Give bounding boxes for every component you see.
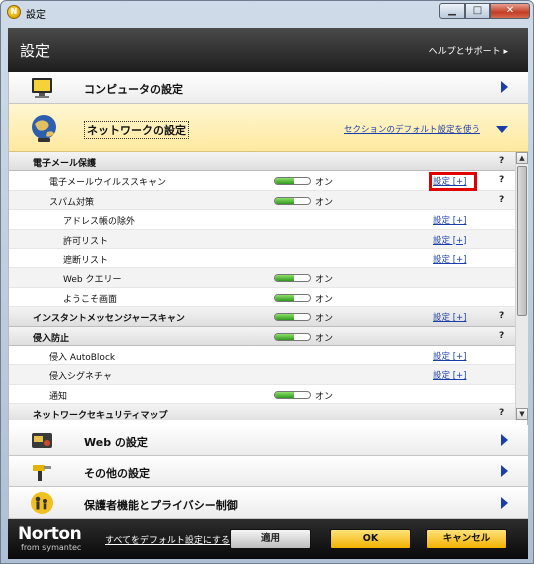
expand-arrow-icon[interactable]: [501, 465, 508, 477]
configure-link[interactable]: 設定 [+]: [433, 234, 466, 246]
norton-app-icon: N: [7, 5, 21, 19]
globe-icon: [32, 115, 56, 142]
toggle-switch[interactable]: [274, 274, 311, 283]
setting-label: ようこそ画面: [63, 294, 118, 305]
collapse-arrow-icon[interactable]: [496, 126, 508, 133]
category-computer-label: コンピュータの設定: [84, 83, 183, 96]
scroll-up-icon[interactable]: ▲: [516, 152, 528, 164]
setting-label: アドレス帳の除外: [63, 217, 136, 228]
section-label: 侵入防止: [33, 333, 70, 344]
close-button[interactable]: ✕: [490, 3, 530, 19]
window-title: 設定: [26, 10, 46, 21]
family-icon: [31, 492, 53, 514]
scroll-thumb[interactable]: [517, 166, 527, 316]
toggle-state: オン: [315, 294, 334, 305]
help-question-icon[interactable]: ?: [499, 175, 504, 185]
category-parental-label: 保護者機能とプライバシー制御: [84, 499, 238, 512]
setting-label: 遮断リスト: [63, 256, 109, 266]
page-title: 設定: [20, 42, 51, 60]
section-label: ネットワークセキュリティマップ: [33, 411, 168, 420]
setting-row-web-query: Web クエリー オン: [9, 268, 515, 288]
configure-link[interactable]: 設定 [+]: [433, 311, 466, 323]
title-bar[interactable]: N 設定 ▁ □ ✕: [1, 1, 533, 25]
norton-logo-sub: from symantec: [21, 543, 82, 552]
minimize-button[interactable]: ▁: [439, 3, 465, 19]
toggle-switch[interactable]: [274, 313, 311, 322]
help-question-icon[interactable]: ?: [499, 331, 504, 341]
configure-link[interactable]: 設定 [+]: [433, 214, 466, 226]
maximize-button[interactable]: □: [465, 3, 490, 19]
setting-row-auto-block: 侵入 AutoBlock 設定 [+]: [9, 346, 515, 366]
toggle-switch[interactable]: [274, 196, 311, 205]
toggle-switch[interactable]: [274, 332, 311, 341]
configure-link[interactable]: 設定 [+]: [433, 369, 466, 381]
setting-row-welcome-screen: ようこそ画面 オン: [9, 288, 515, 308]
toggle-state: オン: [315, 333, 334, 344]
highlight-box: [429, 172, 477, 191]
tools-icon: [33, 465, 51, 481]
setting-row-allow-list: 許可リスト 設定 [+]: [9, 229, 515, 249]
category-computer[interactable]: コンピュータの設定: [9, 72, 528, 104]
toggle-state: オン: [315, 391, 334, 402]
apply-button[interactable]: 適用: [230, 529, 311, 549]
norton-logo: Norton: [18, 524, 82, 544]
setting-row-address-exclusion: アドレス帳の除外 設定 [+]: [9, 210, 515, 230]
help-question-icon[interactable]: ?: [499, 408, 504, 418]
setting-label: 電子メールウイルススキャン: [49, 178, 167, 189]
monitor-icon: [32, 78, 52, 98]
category-network[interactable]: ネットワークの設定 セクションのデフォルト設定を使う: [9, 104, 528, 152]
section-network-security-map: ネットワークセキュリティマップ ?: [9, 404, 515, 420]
network-settings-list: 電子メール保護 ? 電子メールウイルススキャン オン 設定 [+] ? スパム対…: [9, 152, 515, 420]
toggle-state: オン: [315, 314, 334, 325]
toggle-switch[interactable]: [274, 177, 311, 186]
cancel-button[interactable]: キャンセル: [426, 529, 507, 549]
setting-label: 侵入 AutoBlock: [49, 353, 116, 363]
section-label: 電子メール保護: [33, 159, 97, 169]
configure-link[interactable]: 設定 [+]: [433, 253, 466, 265]
expand-arrow-icon[interactable]: [501, 497, 508, 509]
category-web-label: Web の設定: [84, 436, 148, 449]
expand-arrow-icon[interactable]: [501, 81, 508, 93]
setting-row-block-list: 遮断リスト 設定 [+]: [9, 249, 515, 269]
help-question-icon[interactable]: ?: [499, 195, 504, 205]
settings-panel: コンピュータの設定 ネットワークの設定 セクションのデフォルト設定を使う 電子メ…: [8, 72, 528, 519]
setting-label: 通知: [49, 391, 68, 402]
setting-row-notification: 通知 オン: [9, 385, 515, 405]
setting-row-intrusion-signatures: 侵入シグネチャ 設定 [+]: [9, 365, 515, 385]
help-and-support-link[interactable]: ヘルプとサポート ▸: [429, 44, 508, 57]
card-icon: [32, 433, 52, 448]
category-network-label: ネットワークの設定: [84, 121, 189, 139]
help-question-icon[interactable]: ?: [499, 311, 504, 321]
toggle-state: オン: [315, 275, 334, 286]
section-email-protection: 電子メール保護 ?: [9, 152, 515, 172]
use-section-defaults-link[interactable]: セクションのデフォルト設定を使う: [344, 123, 480, 135]
ok-button[interactable]: OK: [330, 529, 411, 549]
expand-arrow-icon[interactable]: [501, 434, 508, 446]
toggle-switch[interactable]: [274, 293, 311, 302]
section-intrusion-prevention: 侵入防止 オン ?: [9, 326, 515, 346]
setting-label: 侵入シグネチャ: [49, 372, 112, 383]
toggle-state: オン: [315, 178, 334, 189]
configure-link[interactable]: 設定 [+]: [433, 350, 466, 362]
reset-all-defaults-link[interactable]: すべてをデフォルト設定にする: [105, 533, 230, 546]
scroll-down-icon[interactable]: ▼: [516, 408, 528, 420]
setting-label: スパム対策: [49, 197, 95, 208]
setting-label: 許可リスト: [63, 236, 109, 247]
category-other-label: その他の設定: [84, 467, 150, 480]
category-other[interactable]: その他の設定: [9, 456, 528, 487]
settings-window: N 設定 ▁ □ ✕ 設定 ヘルプとサポート ▸ コンピュータの設定 ネットワー…: [0, 0, 534, 564]
section-im-scan: インスタントメッセンジャースキャン オン 設定 [+] ?: [9, 307, 515, 327]
page-header: 設定 ヘルプとサポート ▸: [8, 28, 528, 72]
toggle-switch[interactable]: [274, 390, 311, 399]
help-question-icon[interactable]: ?: [499, 156, 504, 166]
setting-label: Web クエリー: [63, 275, 122, 286]
vertical-scrollbar[interactable]: ▲ ▼: [515, 152, 528, 420]
category-web[interactable]: Web の設定: [9, 425, 528, 456]
toggle-state: オン: [315, 197, 334, 208]
category-parental[interactable]: 保護者機能とプライバシー制御: [9, 487, 528, 519]
section-label: インスタントメッセンジャースキャン: [33, 314, 185, 325]
footer-bar: Norton from symantec すべてをデフォルト設定にする 適用 O…: [8, 519, 528, 559]
setting-row-antispam: スパム対策 オン ?: [9, 190, 515, 211]
